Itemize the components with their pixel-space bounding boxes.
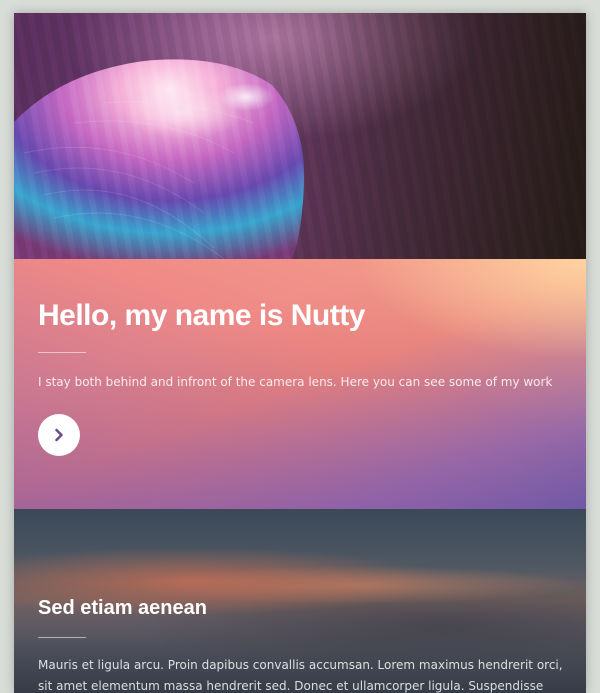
intro-text: I stay both behind and infront of the ca… [38, 375, 553, 389]
chevron-right-icon [55, 428, 63, 442]
light-rays [14, 13, 586, 259]
intro-section: Hello, my name is Nutty I stay both behi… [14, 259, 586, 509]
section-divider [38, 637, 86, 638]
intro-divider [38, 352, 86, 353]
section-text: Mauris et ligula arcu. Proin dapibus con… [38, 658, 563, 693]
hero-image [14, 13, 586, 259]
section-title: Sed etiam aenean [38, 597, 207, 619]
intro-title: Hello, my name is Nutty [38, 299, 365, 332]
section-two: Sed etiam aenean Mauris et ligula arcu. … [14, 509, 586, 693]
next-button[interactable] [38, 414, 80, 456]
page-frame: Hello, my name is Nutty I stay both behi… [14, 13, 586, 693]
